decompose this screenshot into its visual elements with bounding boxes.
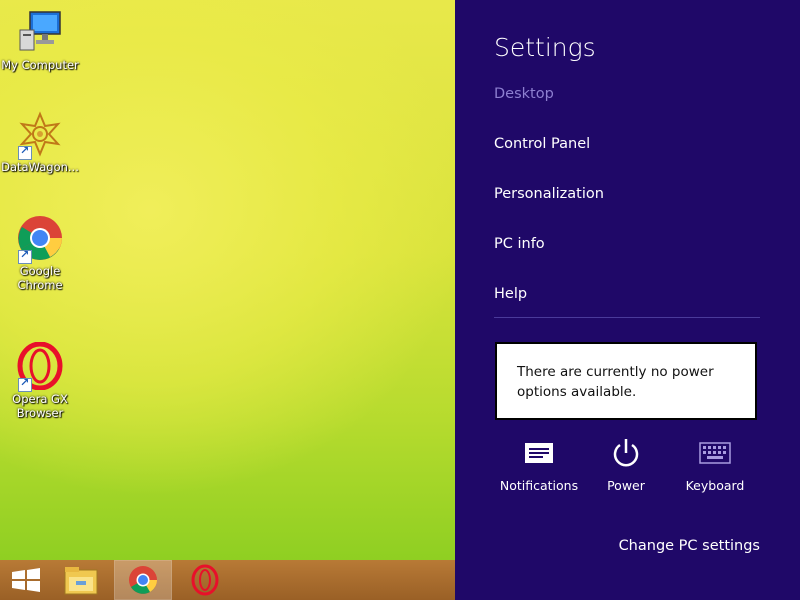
charm-title: Settings xyxy=(494,33,596,62)
desktop: My Computer DataWagon... xyxy=(0,0,455,560)
change-pc-settings-link[interactable]: Change PC settings xyxy=(619,538,760,554)
quick-action-label: Notifications xyxy=(499,478,579,493)
settings-charm-panel: Settings Desktop Control Panel Personali… xyxy=(455,0,800,600)
quick-action-label: Power xyxy=(607,478,645,493)
shortcut-arrow-icon xyxy=(18,376,32,392)
opera-gx-icon xyxy=(191,564,219,596)
desktop-icon-label: Google Chrome xyxy=(17,264,63,292)
desktop-icon-chrome[interactable]: Google Chrome xyxy=(0,214,80,292)
taskbar-chrome[interactable] xyxy=(114,560,172,600)
opera-gx-icon xyxy=(16,341,64,392)
taskbar xyxy=(0,560,455,600)
windows-start-icon xyxy=(12,568,40,592)
datawagon-icon xyxy=(16,110,64,160)
desktop-icon-label: DataWagon... xyxy=(1,160,79,174)
keyboard-button[interactable]: Keyboard xyxy=(670,436,760,493)
chrome-icon xyxy=(16,214,64,264)
taskbar-file-explorer[interactable] xyxy=(54,561,110,599)
charm-item-personalization[interactable]: Personalization xyxy=(494,186,604,202)
power-tooltip: There are currently no power options ava… xyxy=(495,342,757,420)
desktop-icon-datawagon[interactable]: DataWagon... xyxy=(0,110,80,174)
desktop-icon-label: My Computer xyxy=(1,58,79,72)
file-explorer-icon xyxy=(64,567,98,595)
charm-item-pc-info[interactable]: PC info xyxy=(494,236,545,252)
quick-action-label: Keyboard xyxy=(685,478,745,493)
charm-item-desktop: Desktop xyxy=(494,86,554,102)
notifications-button[interactable]: Notifications xyxy=(494,436,584,493)
desktop-icon-opera-gx[interactable]: Opera GX Browser xyxy=(0,341,80,420)
power-icon xyxy=(581,436,671,470)
divider xyxy=(494,317,760,318)
taskbar-opera-gx[interactable] xyxy=(177,561,233,599)
desktop-icon-my-computer[interactable]: My Computer xyxy=(0,8,80,72)
computer-icon xyxy=(16,8,64,56)
notifications-icon xyxy=(494,436,584,470)
desktop-icon-label: Opera GX Browser xyxy=(12,392,68,420)
keyboard-icon xyxy=(670,436,760,470)
start-button[interactable] xyxy=(0,561,56,599)
shortcut-arrow-icon xyxy=(18,248,32,264)
chrome-icon xyxy=(129,566,157,594)
charm-item-help[interactable]: Help xyxy=(494,286,527,302)
charm-item-control-panel[interactable]: Control Panel xyxy=(494,136,590,152)
shortcut-arrow-icon xyxy=(18,144,32,160)
power-button[interactable]: Power xyxy=(581,436,671,493)
